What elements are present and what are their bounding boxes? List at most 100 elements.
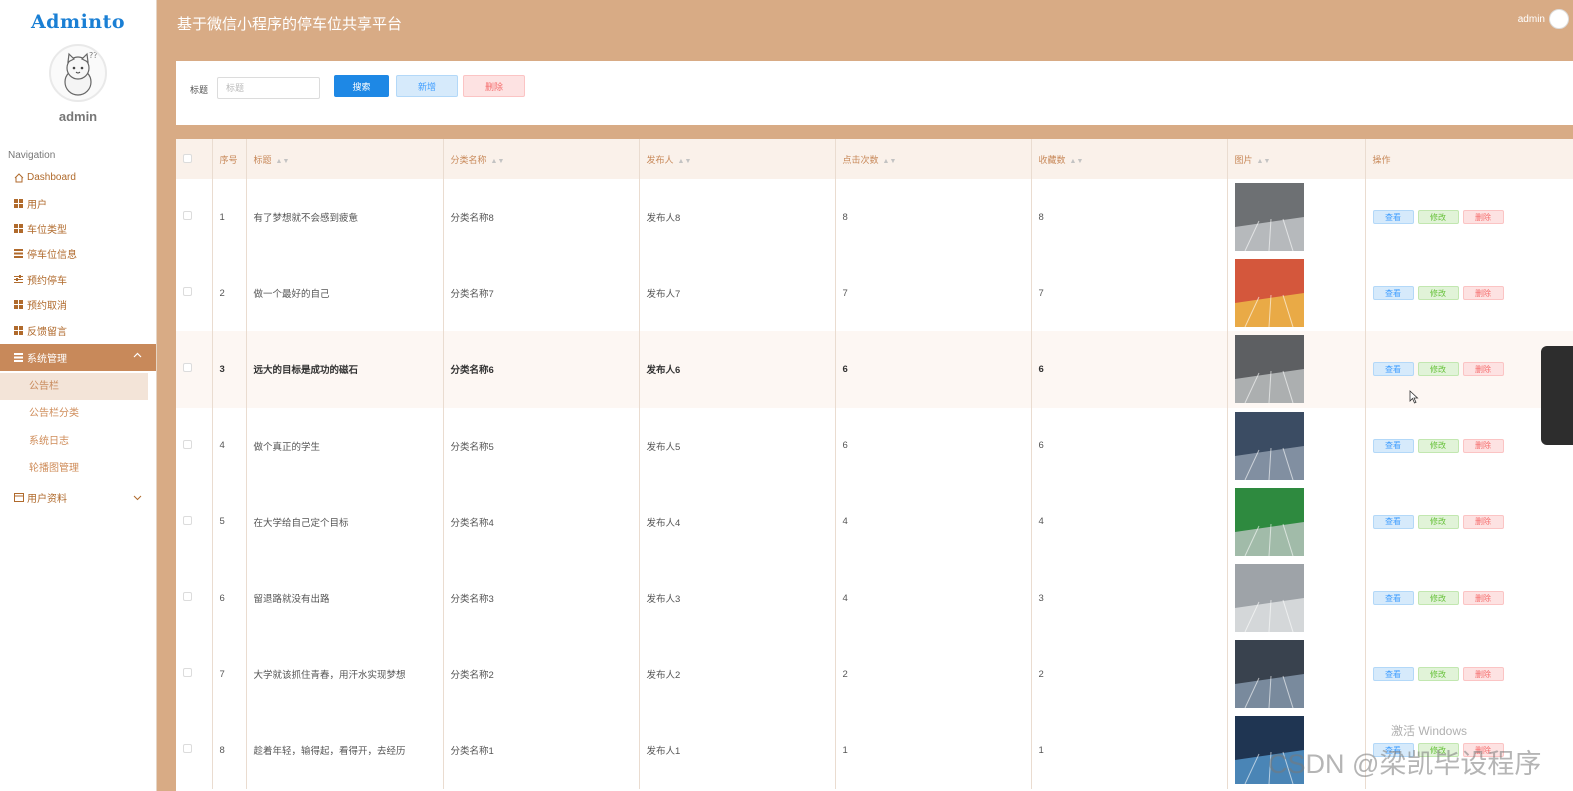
sidebar-item-feedback[interactable]: 反馈留言: [0, 317, 156, 342]
sidebar-item-users[interactable]: 用户: [0, 190, 156, 215]
view-button[interactable]: 查看: [1372, 210, 1414, 225]
delete-button[interactable]: 删除: [1462, 591, 1504, 606]
title-cell: 做个真正的学生: [246, 407, 444, 484]
sidebar-item-label: 车位类型: [27, 224, 67, 236]
edit-button[interactable]: 修改: [1417, 438, 1459, 453]
favorites-cell: 3: [1031, 559, 1228, 637]
edit-button[interactable]: 修改: [1417, 362, 1459, 377]
search-button[interactable]: 搜索: [334, 75, 389, 97]
parking-thumbnail-image[interactable]: [1234, 183, 1304, 252]
column-header-image[interactable]: 图片 ▲▼: [1227, 139, 1366, 179]
column-header-publisher[interactable]: 发布人 ▲▼: [639, 139, 836, 179]
parking-thumbnail-image[interactable]: [1234, 411, 1304, 480]
parking-thumbnail-image[interactable]: [1234, 487, 1304, 556]
side-panel-handle[interactable]: [1541, 346, 1573, 445]
actions-cell: 查看 修改 删除: [1365, 255, 1573, 332]
sliders-icon: [13, 274, 24, 285]
sidebar-item-reserve[interactable]: 预约停车: [0, 267, 156, 292]
parking-thumbnail-image[interactable]: [1234, 640, 1304, 709]
row-checkbox[interactable]: [183, 439, 192, 449]
view-button[interactable]: 查看: [1372, 514, 1414, 529]
favorites-cell: 1: [1031, 712, 1228, 789]
category-cell: 分类名称4: [443, 483, 640, 560]
row-checkbox[interactable]: [183, 515, 192, 525]
favorites-cell: 7: [1031, 255, 1228, 332]
parking-thumbnail-image[interactable]: [1234, 259, 1304, 328]
header-username[interactable]: admin: [1518, 14, 1545, 25]
index-cell: 6: [212, 559, 247, 637]
view-button[interactable]: 查看: [1372, 591, 1414, 606]
edit-button[interactable]: 修改: [1417, 210, 1459, 225]
actions-cell: 查看 修改 删除: [1365, 179, 1573, 256]
favorites-cell: 6: [1031, 407, 1228, 484]
add-button[interactable]: 新增: [396, 75, 458, 97]
sidebar-subitem-carousel[interactable]: 轮播图管理: [0, 455, 156, 483]
batch-delete-button[interactable]: 删除: [463, 75, 525, 97]
column-header-clicks[interactable]: 点击次数 ▲▼: [835, 139, 1032, 179]
index-cell: 8: [212, 712, 247, 789]
select-all-checkbox[interactable]: [183, 153, 192, 163]
parking-thumbnail-image[interactable]: [1234, 564, 1304, 633]
sidebar-item-cancel[interactable]: 预约取消: [0, 292, 156, 317]
edit-button[interactable]: 修改: [1417, 667, 1459, 682]
sidebar-subitem-notice-category[interactable]: 公告栏分类: [0, 400, 156, 428]
view-button[interactable]: 查看: [1372, 438, 1414, 453]
column-header-favorites[interactable]: 收藏数 ▲▼: [1031, 139, 1228, 179]
category-cell: 分类名称3: [443, 559, 640, 637]
publisher-cell: 发布人5: [639, 407, 836, 484]
grid-icon: [13, 223, 24, 234]
index-cell: 5: [212, 483, 247, 560]
column-header-title[interactable]: 标题 ▲▼: [246, 139, 444, 179]
favorites-cell: 2: [1031, 636, 1228, 713]
svg-text:??: ??: [89, 51, 98, 60]
parking-thumbnail-image[interactable]: [1234, 335, 1304, 404]
delete-button[interactable]: 删除: [1462, 438, 1504, 453]
favorites-cell: 6: [1031, 331, 1228, 408]
column-header-index: 序号: [212, 139, 247, 179]
sidebar-item-user-profile[interactable]: 用户资料: [0, 485, 156, 510]
column-header-category[interactable]: 分类名称 ▲▼: [443, 139, 640, 179]
sort-icon: ▲▼: [882, 157, 897, 165]
sidebar-subitem-system-log[interactable]: 系统日志: [0, 428, 156, 456]
mouse-cursor-icon: [1409, 390, 1419, 407]
sidebar-item-system[interactable]: 系统管理: [0, 343, 156, 371]
sidebar-username: admin: [58, 109, 98, 124]
view-button[interactable]: 查看: [1372, 667, 1414, 682]
row-checkbox[interactable]: [183, 287, 192, 297]
card-icon: [13, 492, 24, 503]
delete-button[interactable]: 删除: [1462, 667, 1504, 682]
view-button[interactable]: 查看: [1372, 362, 1414, 377]
table-row: 3 远大的目标是成功的磁石 分类名称6 发布人6 6 6 查看 修改 删除: [176, 331, 1573, 408]
title-cell: 有了梦想就不会感到疲惫: [246, 179, 444, 256]
sidebar-item-label: 系统管理: [27, 353, 67, 365]
table-row: 6 留退路就没有出路 分类名称3 发布人3 4 3 查看 修改 删除: [176, 559, 1573, 637]
edit-button[interactable]: 修改: [1417, 514, 1459, 529]
header-avatar[interactable]: [1549, 9, 1569, 29]
delete-button[interactable]: 删除: [1462, 286, 1504, 301]
row-select-cell: [176, 712, 213, 789]
row-checkbox[interactable]: [183, 211, 192, 221]
clicks-cell: 2: [835, 636, 1032, 713]
sidebar-item-dashboard[interactable]: Dashboard: [0, 165, 156, 190]
sidebar-item-space-type[interactable]: 车位类型: [0, 216, 156, 241]
delete-button[interactable]: 删除: [1462, 514, 1504, 529]
sidebar-item-space-info[interactable]: 停车位信息: [0, 241, 156, 266]
row-checkbox[interactable]: [183, 668, 192, 678]
category-cell: 分类名称8: [443, 179, 640, 256]
delete-button[interactable]: 删除: [1462, 362, 1504, 377]
delete-button[interactable]: 删除: [1462, 210, 1504, 225]
row-checkbox[interactable]: [183, 592, 192, 602]
title-search-input[interactable]: [217, 77, 320, 99]
app-logo[interactable]: Adminto: [0, 0, 156, 44]
row-checkbox[interactable]: [183, 744, 192, 754]
edit-button[interactable]: 修改: [1417, 286, 1459, 301]
view-button[interactable]: 查看: [1372, 286, 1414, 301]
row-select-cell: [176, 636, 213, 713]
sidebar-subitem-notice[interactable]: 公告栏: [0, 372, 148, 401]
cat-avatar-icon: ??: [64, 51, 98, 96]
avatar[interactable]: ??: [49, 44, 107, 102]
home-icon: [13, 172, 24, 183]
row-checkbox[interactable]: [183, 363, 192, 373]
edit-button[interactable]: 修改: [1417, 591, 1459, 606]
select-all-header: [176, 139, 213, 179]
